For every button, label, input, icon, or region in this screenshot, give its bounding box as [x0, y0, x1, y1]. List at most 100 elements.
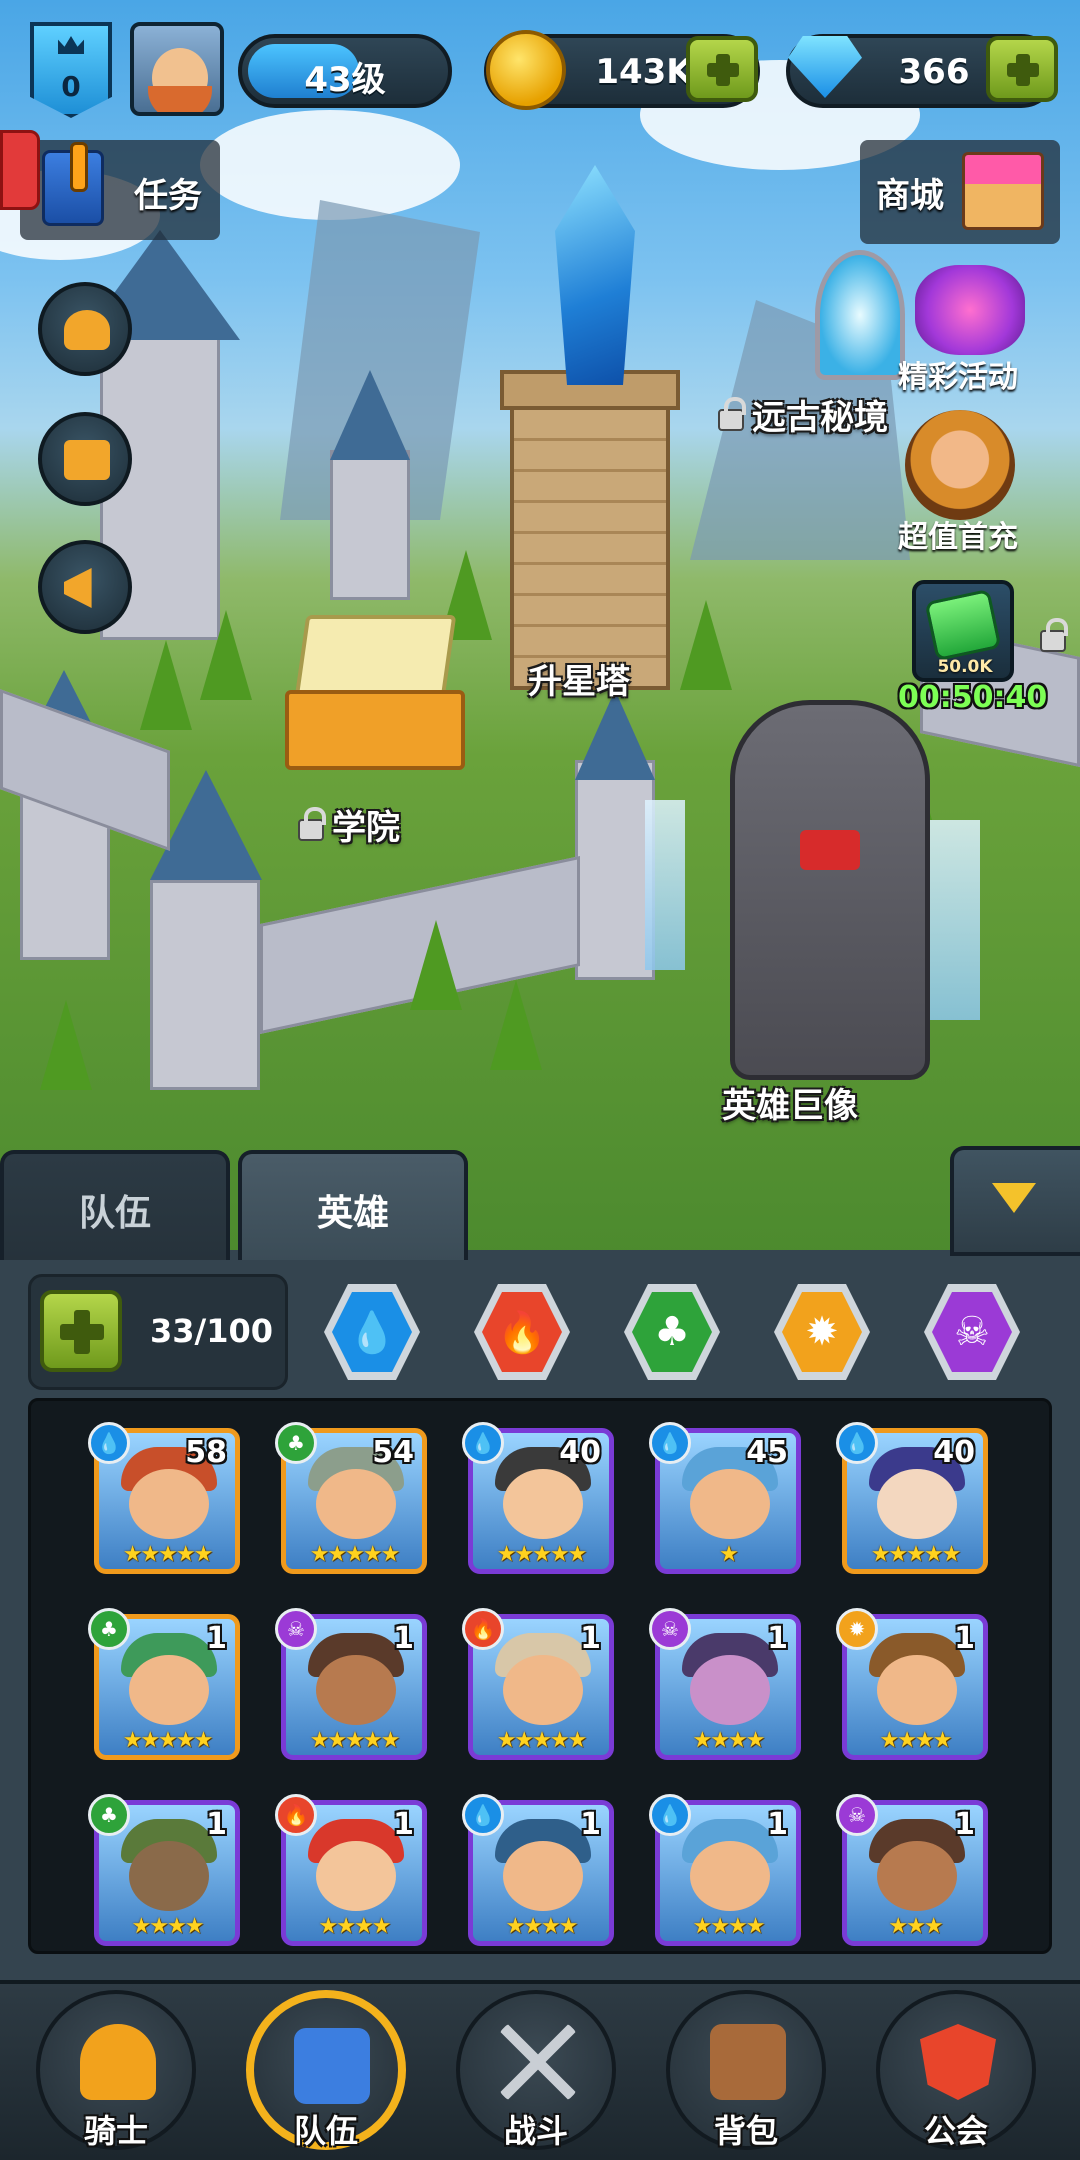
hero-level: 40: [559, 1435, 601, 1470]
pine-tree: [40, 1000, 92, 1090]
hero-stars: ★★★★: [879, 1728, 953, 1753]
crystal: [555, 165, 635, 385]
academy-label[interactable]: 学院: [298, 800, 400, 849]
hero-portrait: [690, 1655, 770, 1725]
dark-element-icon: ☠: [932, 1292, 1012, 1372]
castle-turret: [575, 760, 655, 980]
hero-portrait: [503, 1841, 583, 1911]
water-element-icon: 💧: [836, 1422, 878, 1464]
lock-icon: [1040, 618, 1068, 652]
dark-element-icon: ☠: [836, 1794, 878, 1836]
side-drawer-tab[interactable]: [0, 130, 40, 210]
hero-portrait: [316, 1655, 396, 1725]
hero-portrait: [877, 1655, 957, 1725]
hero-statue[interactable]: [730, 700, 930, 1080]
hero-portrait: [129, 1655, 209, 1725]
hero-level: 1: [393, 1807, 414, 1842]
first-recharge-label[interactable]: 超值首充: [898, 512, 1018, 556]
team-banner-icon: [294, 2028, 370, 2104]
turret-roof: [575, 690, 655, 780]
hero-stars: ★★★★: [692, 1914, 766, 1939]
star-tower[interactable]: [510, 390, 670, 690]
hero-level: 1: [580, 1621, 601, 1656]
shop-label: 商城: [876, 176, 944, 216]
hero-level: 1: [767, 1807, 788, 1842]
level-bar[interactable]: 43级: [238, 34, 452, 108]
hero-portrait: [316, 1841, 396, 1911]
pine-tree: [410, 920, 462, 1010]
hero-stars: ★★★★★: [309, 1728, 401, 1753]
hero-level: 54: [372, 1435, 414, 1470]
water-element-icon: 💧: [649, 1422, 691, 1464]
nature-element-icon: ♣: [632, 1292, 712, 1372]
hero-portrait: [129, 1841, 209, 1911]
hero-portrait: [503, 1655, 583, 1725]
hero-level: 1: [954, 1807, 975, 1842]
hero-statue-label[interactable]: 英雄巨像: [722, 1078, 858, 1127]
tab-team[interactable]: 队伍: [0, 1150, 230, 1260]
waterfall: [645, 800, 685, 970]
ancient-realm-label[interactable]: 远古秘境: [718, 390, 888, 439]
friends-button[interactable]: [38, 282, 132, 376]
gold-coin-icon: [486, 30, 566, 110]
friends-icon: [64, 310, 110, 350]
hero-level: 45: [746, 1435, 788, 1470]
add-gems-button[interactable]: [986, 36, 1058, 102]
light-element-icon: ✹: [836, 1608, 878, 1650]
crossed-swords-icon: [500, 2024, 576, 2100]
dark-element-icon: ☠: [275, 1608, 317, 1650]
hero-level: 1: [393, 1621, 414, 1656]
hero-stars: ★★★★: [318, 1914, 392, 1939]
idle-reward-amount: 50.0K: [937, 657, 993, 677]
hero-stars: ★★★★★: [309, 1542, 401, 1567]
hero-portrait: [690, 1841, 770, 1911]
announcement-button[interactable]: [38, 540, 132, 634]
water-element-icon: 💧: [332, 1292, 412, 1372]
player-avatar[interactable]: [130, 22, 224, 116]
event-label[interactable]: 精彩活动: [898, 352, 1018, 396]
mail-button[interactable]: [38, 412, 132, 506]
fire-element-icon: 🔥: [482, 1292, 562, 1372]
guild-shield-icon: [920, 2024, 996, 2100]
exclamation-icon: [70, 142, 88, 192]
nav-label: 队伍: [293, 2112, 358, 2150]
academy-building[interactable]: [285, 690, 465, 770]
nav-label: 背包: [713, 2112, 778, 2150]
hero-stars: ★★★★★: [496, 1728, 588, 1753]
hero-stars: ★★★: [888, 1914, 943, 1939]
ancient-portal[interactable]: [815, 250, 905, 380]
backpack-chest-icon: [710, 2024, 786, 2100]
hero-level: 1: [206, 1807, 227, 1842]
tab-heroes[interactable]: 英雄: [238, 1150, 468, 1260]
first-recharge-hero-icon[interactable]: [905, 410, 1015, 520]
pine-tree: [200, 610, 252, 700]
fire-element-icon: 🔥: [462, 1608, 504, 1650]
add-gold-button[interactable]: [686, 36, 758, 102]
hero-portrait: [503, 1469, 583, 1539]
pine-tree: [490, 980, 542, 1070]
nav-label: 公会: [923, 2112, 988, 2150]
expand-hero-slots-button[interactable]: [40, 1290, 122, 1372]
nature-element-icon: ♣: [275, 1422, 317, 1464]
rank-number: 0: [61, 70, 81, 103]
shop-stall-icon: [962, 152, 1044, 230]
statue-eye: [800, 830, 860, 870]
hero-level: 1: [954, 1621, 975, 1656]
castle-turret: [150, 880, 260, 1090]
level-text: 43级: [304, 60, 386, 100]
idle-reward-timer: 00:50:40: [898, 680, 1048, 715]
pine-tree: [680, 600, 732, 690]
lock-icon: [718, 396, 746, 431]
hero-stars: ★★★★★: [122, 1542, 214, 1567]
event-gift-icon[interactable]: [915, 265, 1025, 355]
hero-stars: ★★★★: [505, 1914, 579, 1939]
hero-portrait: [129, 1469, 209, 1539]
chevron-down-icon: [992, 1183, 1036, 1213]
hero-portrait: [877, 1841, 957, 1911]
mail-icon: [64, 440, 110, 480]
nature-element-icon: ♣: [88, 1794, 130, 1836]
water-element-icon: 💧: [462, 1422, 504, 1464]
lock-icon: [298, 806, 326, 841]
star-tower-label[interactable]: 升星塔: [528, 654, 630, 703]
castle-turret: [330, 450, 410, 600]
